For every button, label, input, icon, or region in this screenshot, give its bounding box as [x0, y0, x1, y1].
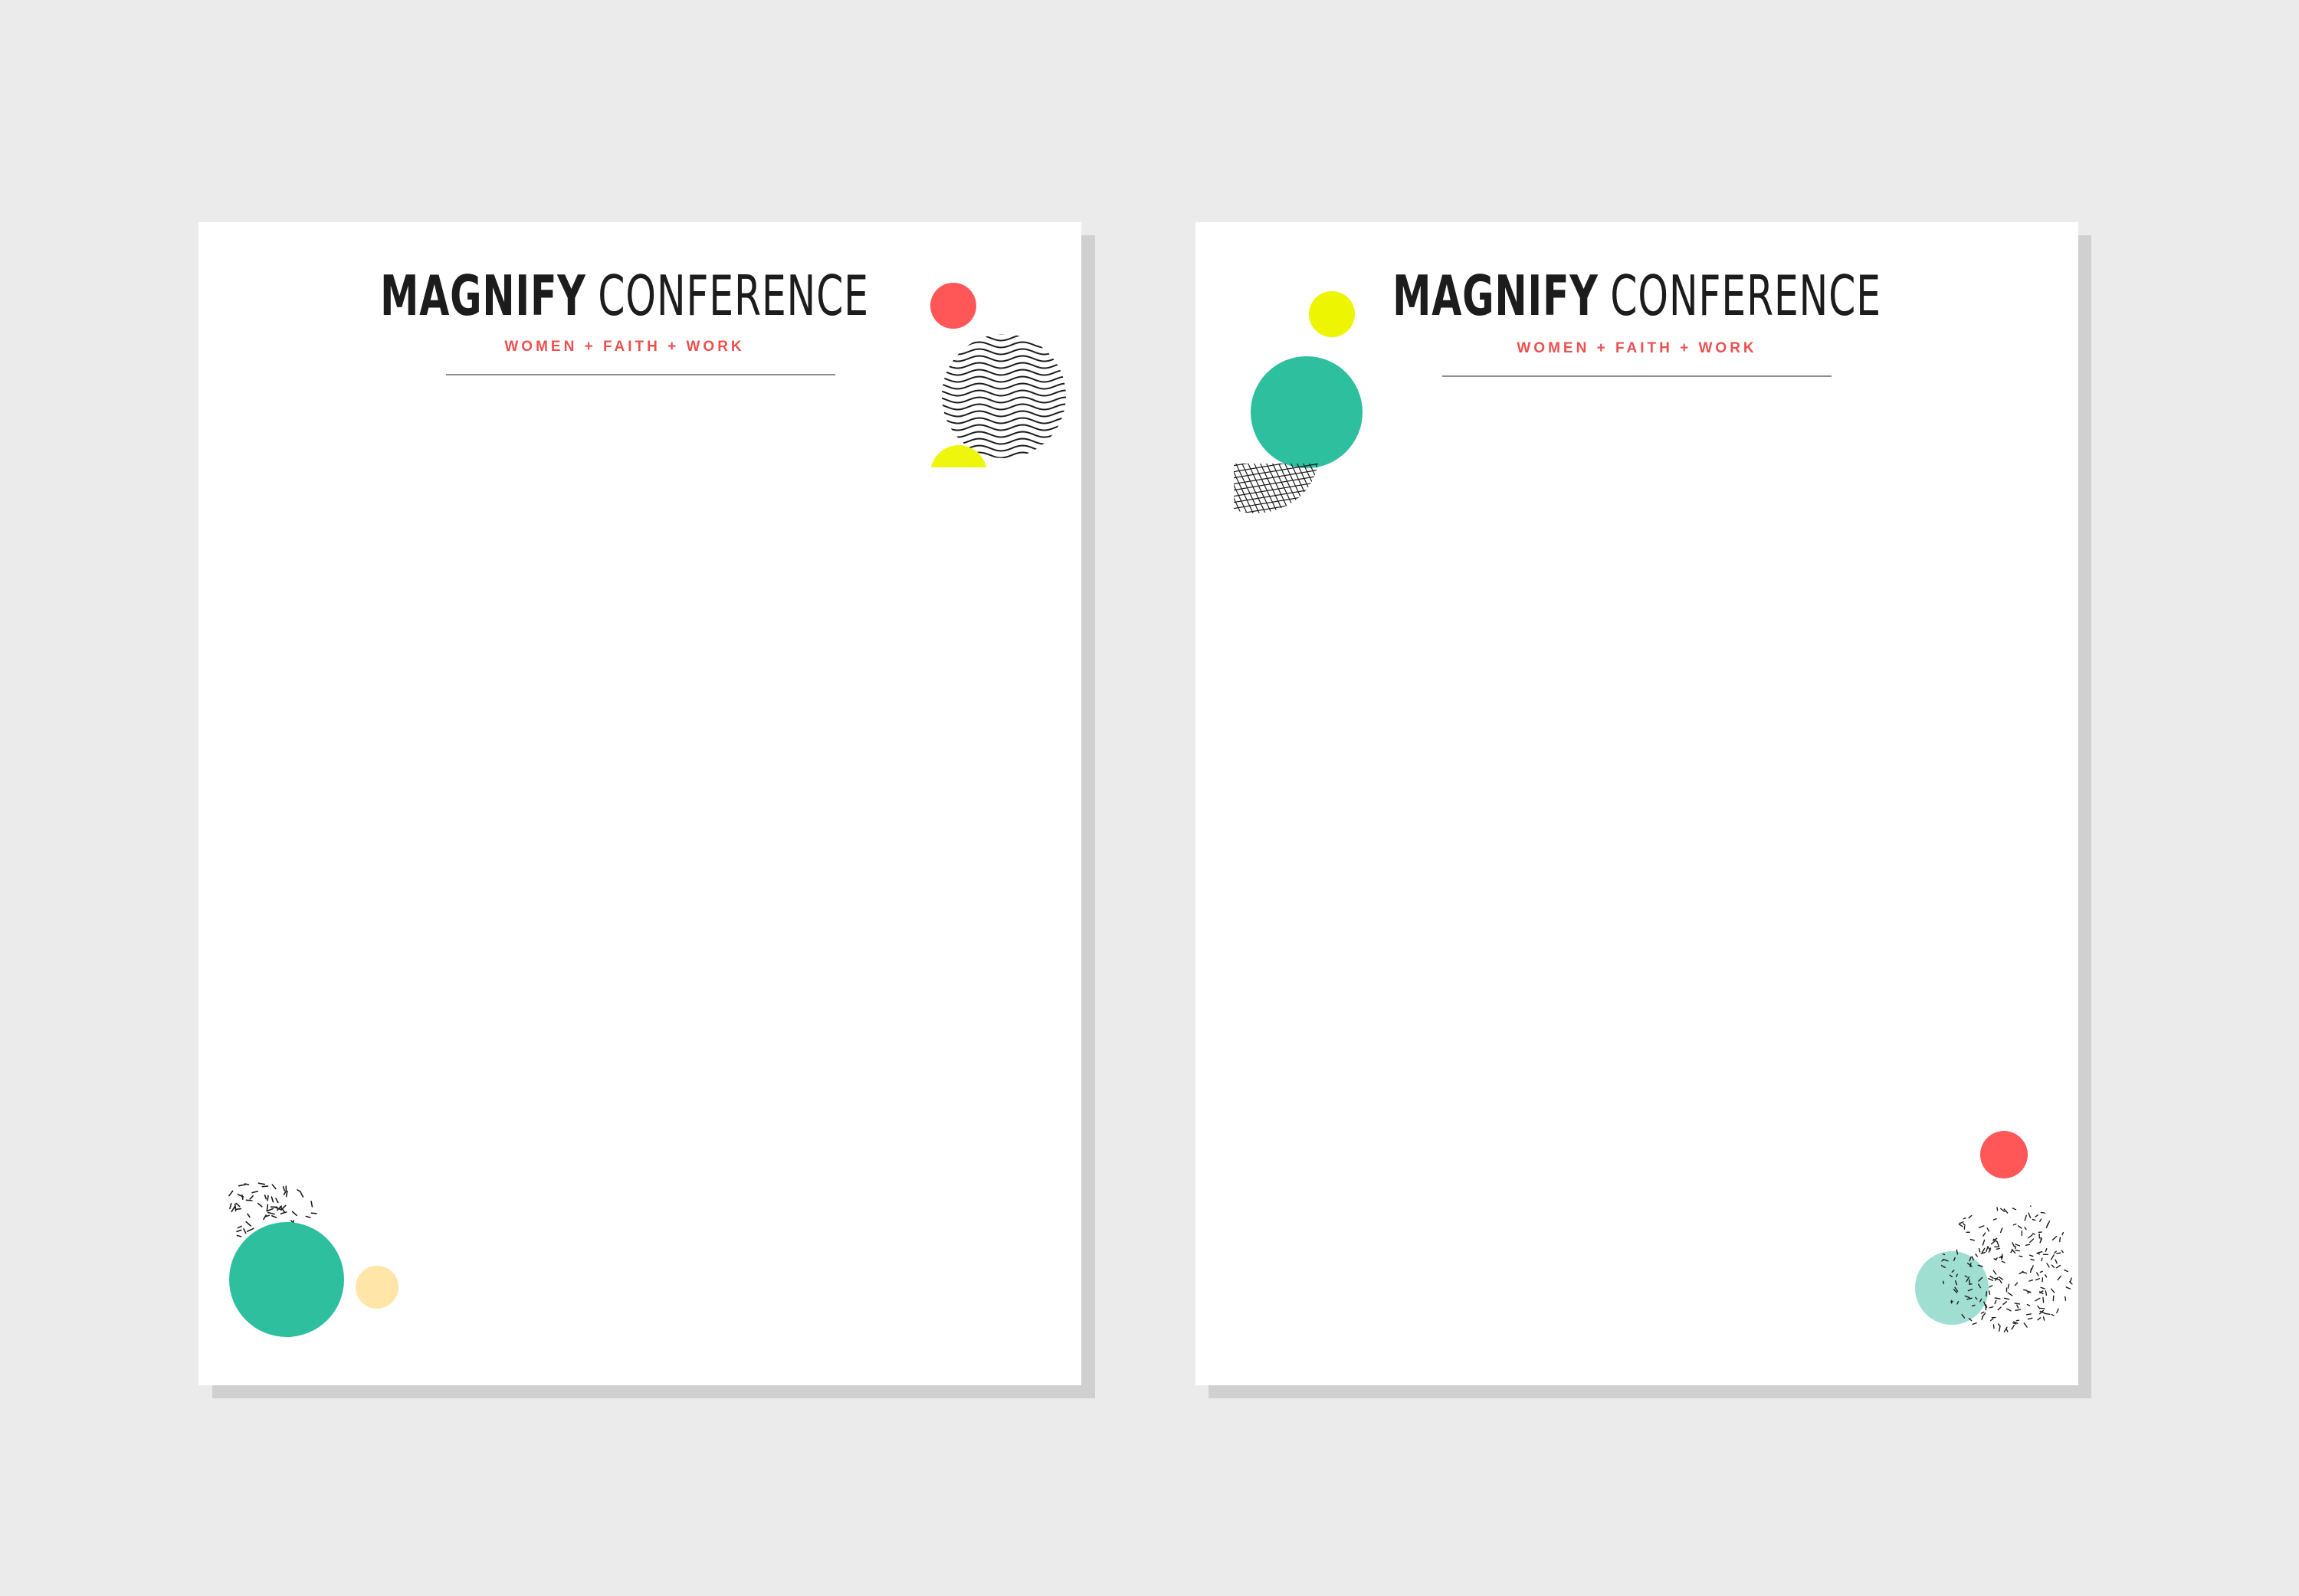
header-divider [1442, 375, 1832, 377]
brand-name: MAGNIFY [1392, 264, 1599, 328]
event-name: CONFERENCE [598, 264, 869, 328]
conference-title: MAGNIFY CONFERENCE [280, 268, 969, 323]
event-name: CONFERENCE [1610, 264, 1881, 328]
header-divider [446, 374, 835, 375]
decoration-cluster-top-left [1234, 291, 1363, 513]
peach-dot-icon [356, 1266, 398, 1309]
decoration-cluster-bottom-right [1915, 1131, 2074, 1335]
teal-circle-icon [1251, 356, 1363, 468]
red-dot-icon [1980, 1131, 2028, 1178]
conference-title: MAGNIFY CONFERENCE [1293, 268, 1982, 323]
yellow-dot-icon [930, 445, 987, 467]
teal-circle-icon [229, 1222, 344, 1337]
decoration-cluster-top-right [930, 283, 1066, 467]
decoration-cluster-bottom-left [228, 1182, 398, 1337]
letterhead-sheet-right: MAGNIFY CONFERENCE WOMEN + FAITH + WORK [1195, 222, 2078, 1385]
letterhead-sheet-left: MAGNIFY CONFERENCE WOMEN + FAITH + WORK [198, 222, 1081, 1385]
brand-name: MAGNIFY [380, 264, 586, 328]
wave-pattern-circle-icon [942, 334, 1066, 458]
yellow-dot-icon [1309, 291, 1355, 337]
light-teal-circle-icon [1915, 1251, 1989, 1325]
red-dot-icon [930, 283, 976, 329]
